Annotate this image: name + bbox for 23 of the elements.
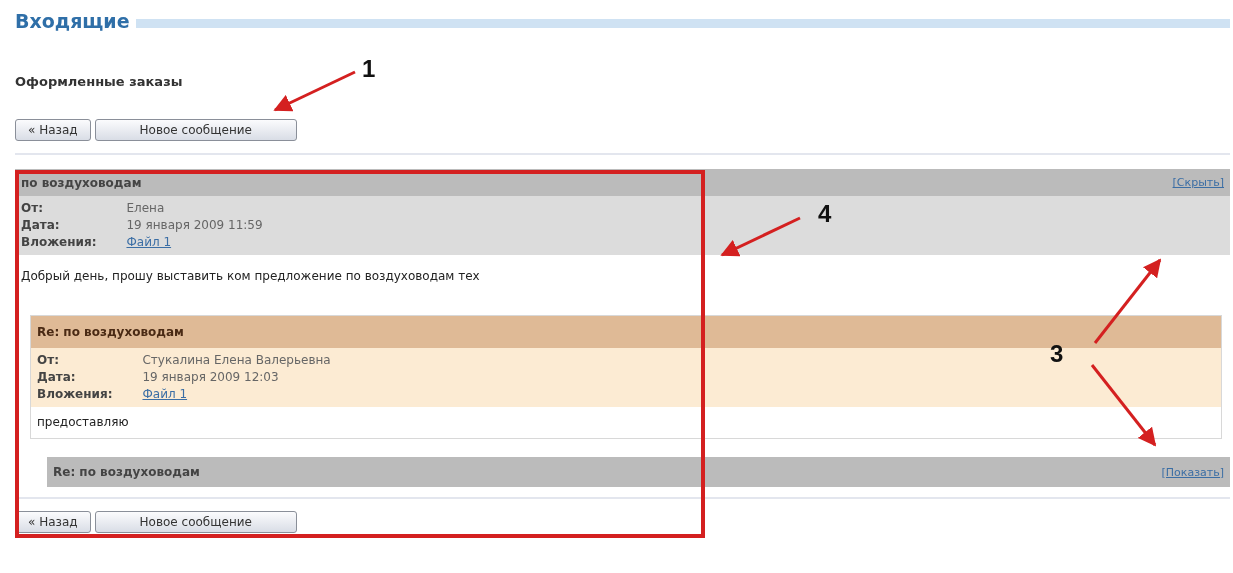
back-button[interactable]: « Назад (15, 119, 91, 141)
field-label: Дата: (21, 218, 60, 232)
thread-subject: по воздуховодам (21, 175, 142, 190)
page-title: Входящие (15, 10, 130, 32)
field-label: От: (37, 353, 59, 367)
field-value: Елена (126, 201, 165, 215)
field-value: Стукалина Елена Валерьевна (142, 353, 331, 367)
field-label: Дата: (37, 370, 76, 384)
reply-subject: Re: по воздуховодам (53, 465, 200, 479)
attachment-link[interactable]: Файл 1 (126, 235, 172, 249)
field-label: Вложения: (21, 235, 97, 249)
field-value: 19 января 2009 12:03 (142, 370, 279, 384)
callout-number: 4 (818, 200, 832, 228)
callout-number: 1 (362, 55, 376, 83)
field-value: 19 января 2009 11:59 (126, 218, 263, 232)
reply-subject: Re: по воздуховодам (37, 325, 184, 339)
field-label: Вложения: (37, 387, 113, 401)
attachment-link[interactable]: Файл 1 (142, 387, 188, 401)
section-subtitle: Оформленные заказы (15, 74, 184, 89)
callout-number: 3 (1050, 340, 1064, 368)
new-message-button[interactable]: Новое сообщение (94, 119, 297, 141)
new-message-button[interactable]: Новое сообщение (94, 511, 297, 533)
field-label: От: (21, 201, 43, 215)
